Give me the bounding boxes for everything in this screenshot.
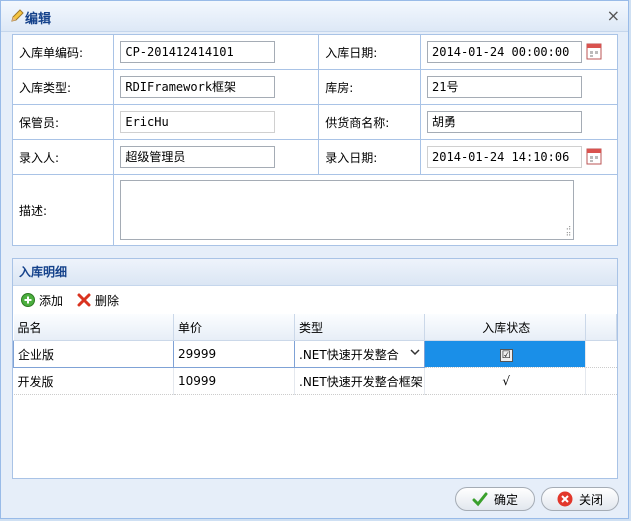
- delete-label: 删除: [95, 293, 120, 308]
- dialog-title: 编辑: [25, 12, 52, 27]
- panel-title: 入库明细: [13, 259, 617, 286]
- name-cell[interactable]: 企业版: [13, 340, 174, 368]
- detail-panel: 入库明细 添加 删除 品名 单价 类型 入库状态 企业版 29999 .NET快…: [12, 258, 618, 479]
- price-cell[interactable]: 10999: [173, 367, 295, 395]
- field-label: 入库日期:: [318, 34, 422, 70]
- keeper-input[interactable]: EricHu: [120, 111, 276, 133]
- entered-by-input[interactable]: 超级管理员: [120, 146, 276, 168]
- edit-dialog: 编辑 × 入库单编码: CP-201412414101 入库日期: 2014-0…: [0, 0, 629, 519]
- entry-type-input[interactable]: RDIFramework框架: [120, 76, 276, 98]
- filler-cell: [585, 340, 617, 368]
- field-label: 供货商名称:: [318, 104, 422, 140]
- filler-cell: [585, 367, 617, 395]
- column-header-status[interactable]: 入库状态: [424, 314, 586, 341]
- status-checkbox[interactable]: ☑: [499, 348, 513, 362]
- close-icon[interactable]: ×: [607, 6, 620, 25]
- column-header-type[interactable]: 类型: [294, 314, 425, 341]
- status-cell[interactable]: ☑: [424, 340, 586, 368]
- field-label: 录入人:: [11, 139, 115, 175]
- entry-form: 入库单编码: CP-201412414101 入库日期: 2014-01-24 …: [11, 34, 618, 246]
- chevron-down-icon[interactable]: [410, 348, 420, 356]
- pencil-icon: [11, 9, 24, 22]
- entry-code-input[interactable]: CP-201412414101: [120, 41, 276, 63]
- titlebar: 编辑 ×: [1, 1, 628, 32]
- calendar-icon[interactable]: [586, 42, 602, 60]
- field-label: 描述:: [11, 174, 115, 246]
- add-button[interactable]: 添加: [21, 292, 63, 309]
- close-label: 关闭: [578, 492, 603, 507]
- detail-grid: 品名 单价 类型 入库状态 企业版 29999 .NET快速开发整合 ☑ 开发版…: [13, 314, 618, 395]
- status-cell[interactable]: √: [424, 367, 586, 395]
- detail-toolbar: 添加 删除: [13, 286, 617, 314]
- type-cell[interactable]: .NET快速开发整合框架: [294, 367, 425, 395]
- name-cell[interactable]: 开发版: [13, 367, 174, 395]
- field-label: 保管员:: [11, 104, 115, 140]
- column-header-price[interactable]: 单价: [173, 314, 295, 341]
- field-label: 入库单编码:: [11, 34, 115, 70]
- entry-time-input[interactable]: 2014-01-24 14:10:06: [427, 146, 583, 168]
- table-row[interactable]: 开发版 10999 .NET快速开发整合框架 √: [13, 367, 617, 395]
- ok-label: 确定: [493, 492, 518, 507]
- field-label: 录入日期:: [318, 139, 422, 175]
- column-header-name[interactable]: 品名: [13, 314, 174, 341]
- cancel-icon: [557, 491, 573, 507]
- warehouse-input[interactable]: 21号: [427, 76, 583, 98]
- add-icon: [21, 293, 35, 307]
- table-row[interactable]: 企业版 29999 .NET快速开发整合 ☑: [13, 340, 617, 368]
- grid-header-row: 品名 单价 类型 入库状态: [13, 314, 618, 341]
- entry-date-input[interactable]: 2014-01-24 00:00:00: [427, 41, 583, 63]
- field-label: 入库类型:: [11, 69, 115, 105]
- type-select-value: .NET快速开发整合: [299, 347, 399, 362]
- resize-grip-icon[interactable]: ⠴ ⠶: [565, 224, 571, 238]
- price-cell[interactable]: 29999: [173, 340, 295, 368]
- field-label: 库房:: [318, 69, 422, 105]
- description-textarea[interactable]: ⠴ ⠶: [120, 180, 575, 240]
- ok-button[interactable]: 确定: [455, 487, 535, 511]
- checkmark-icon: [472, 492, 488, 507]
- close-button[interactable]: 关闭: [541, 487, 619, 511]
- delete-button[interactable]: 删除: [77, 292, 119, 309]
- column-header-filler: [585, 314, 618, 341]
- supplier-input[interactable]: 胡勇: [427, 111, 583, 133]
- add-label: 添加: [39, 293, 64, 308]
- delete-icon: [77, 293, 91, 307]
- calendar-icon[interactable]: [586, 147, 602, 165]
- type-select[interactable]: .NET快速开发整合: [294, 340, 425, 368]
